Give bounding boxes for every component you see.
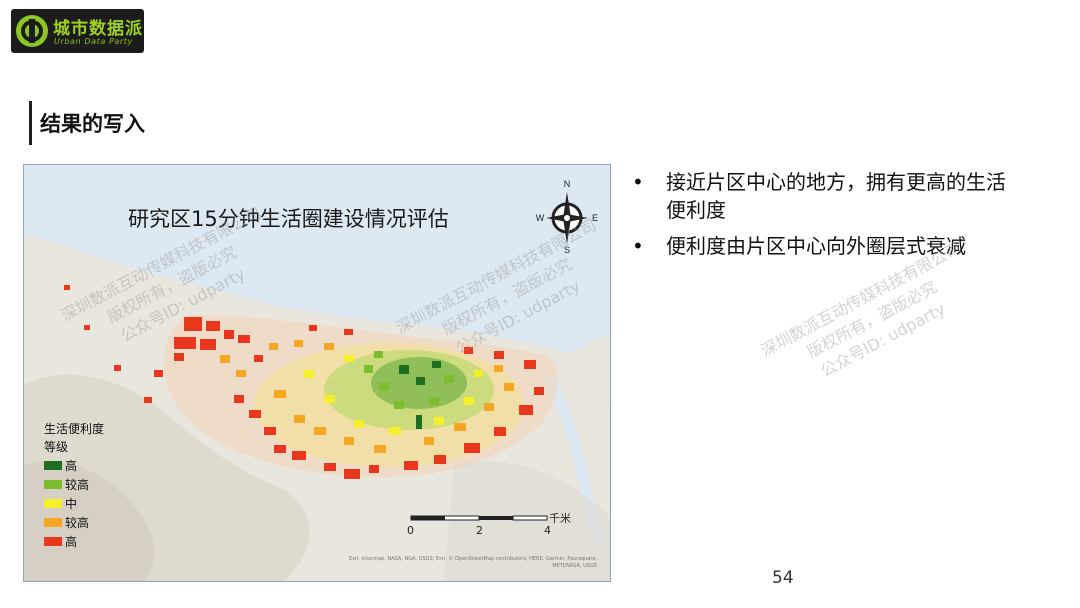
title-accent-bar [29, 101, 32, 145]
legend-title: 生活便利度 [44, 422, 105, 436]
legend-swatch [44, 461, 62, 470]
legend-item: 较高 [44, 513, 104, 532]
legend-item: 中 [44, 494, 104, 513]
bullet-item: 接近片区中心的地方，拥有更高的生活便利度 [632, 168, 1022, 224]
legend-swatch [44, 480, 62, 489]
scale-tick-0: 0 [407, 524, 414, 537]
legend-swatch [44, 499, 62, 508]
scale-unit: 千米 [549, 512, 571, 525]
map-attribution: Esri, Intermap, NASA, NGA, USGS; Esri, ©… [349, 556, 597, 569]
scale-bar: 0 2 4 千米 [407, 510, 587, 540]
compass-n: N [564, 179, 571, 189]
legend-item: 较高 [44, 475, 104, 494]
legend-swatch [44, 537, 62, 546]
map-legend: 生活便利度 等级 高较高中较高高 [44, 420, 104, 551]
legend-label: 中 [65, 497, 78, 511]
logo-badge-icon [16, 15, 48, 47]
legend-label: 较高 [65, 516, 90, 530]
map-title: 研究区15分钟生活圈建设情况评估 [128, 207, 449, 231]
brand-logo: 城市数据派 Urban Data Party [11, 9, 144, 53]
legend-item: 高 [44, 456, 104, 475]
logo-name-cn: 城市数据派 [53, 19, 143, 39]
legend-item: 高 [44, 532, 104, 551]
compass-w: W [536, 213, 545, 223]
page-number: 54 [772, 568, 794, 588]
legend-subtitle: 等级 [44, 440, 69, 454]
scale-tick-2: 2 [476, 524, 483, 537]
legend-label: 较高 [65, 478, 90, 492]
map-panel: 研究区15分钟生活圈建设情况评估 N S W E 生活便利度 等级 高较高中较高… [23, 164, 611, 582]
slide-title: 结果的写入 [40, 112, 145, 136]
legend-label: 高 [65, 535, 78, 549]
logo-name-en: Urban Data Party [54, 37, 133, 46]
legend-label: 高 [65, 459, 78, 473]
legend-swatch [44, 518, 62, 527]
